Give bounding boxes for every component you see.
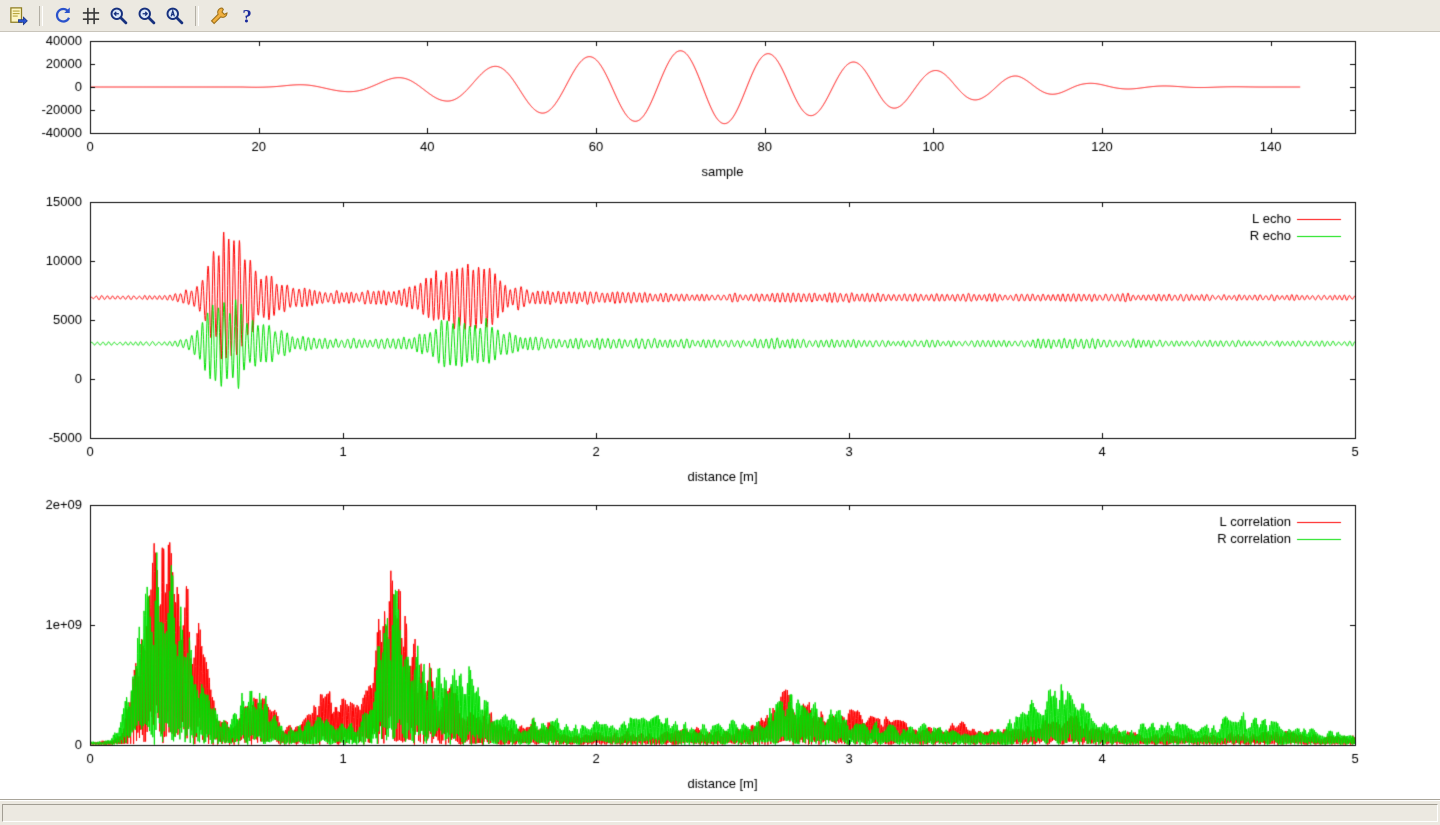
copy-to-clipboard-button[interactable] [6,3,32,29]
zoom-next-icon [137,6,157,26]
toolbar-separator [195,6,199,26]
charts-canvas[interactable] [0,32,1440,800]
zoom-next-button[interactable] [134,3,160,29]
help-icon: ? [237,6,257,26]
grid-icon [81,6,101,26]
status-field [2,804,1438,822]
gnuplot-window: ? [0,0,1440,825]
zoom-previous-icon [109,6,129,26]
copy-to-clipboard-icon [9,6,29,26]
config-icon [209,6,229,26]
help-button[interactable]: ? [234,3,260,29]
autoscale-icon [165,6,185,26]
replot-icon [53,6,73,26]
replot-button[interactable] [50,3,76,29]
toolbar-separator [39,6,43,26]
svg-text:?: ? [242,6,251,26]
zoom-previous-button[interactable] [106,3,132,29]
autoscale-button[interactable] [162,3,188,29]
toggle-grid-button[interactable] [78,3,104,29]
status-bar [0,800,1440,825]
plot-area [0,32,1440,800]
toolbar: ? [0,0,1440,32]
config-button[interactable] [206,3,232,29]
